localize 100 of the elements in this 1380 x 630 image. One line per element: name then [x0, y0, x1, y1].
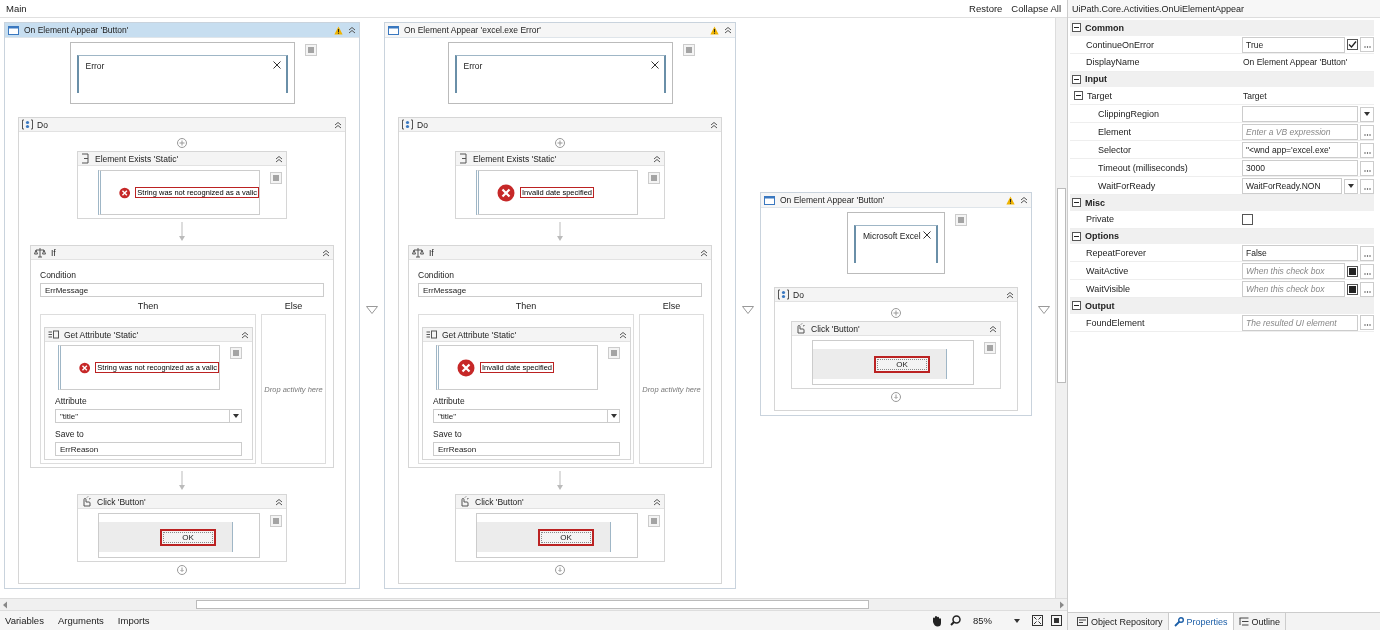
- branch-label: Else: [283, 301, 304, 311]
- window-icon: [764, 195, 775, 205]
- scroll-left-icon[interactable]: [2, 600, 8, 609]
- collapse-icon[interactable]: [348, 26, 356, 34]
- ellipsis-icon: [1363, 133, 1371, 136]
- collapse-icon[interactable]: [619, 330, 627, 339]
- checkbox[interactable]: [1347, 283, 1358, 295]
- field-label: Condition: [40, 270, 77, 280]
- activity-title: Do: [37, 119, 49, 130]
- drop-arrow-icon: [366, 306, 378, 314]
- zoom-dropdown[interactable]: 85%: [969, 615, 1024, 626]
- property-name: WaitVisible: [1086, 284, 1130, 294]
- property-field[interactable]: When this check box: [1242, 281, 1345, 297]
- ellipsis-icon: [1363, 151, 1371, 154]
- bottom-tab[interactable]: Arguments: [57, 615, 104, 626]
- condition-field[interactable]: ErrMessage: [418, 283, 702, 297]
- collapse-toggle-icon[interactable]: [1072, 74, 1081, 84]
- caret-icon: [232, 414, 239, 418]
- panel-tab[interactable]: Outline: [1233, 613, 1287, 630]
- panel-tab[interactable]: Properties: [1168, 613, 1234, 630]
- connector-arrow: [556, 222, 564, 242]
- property-name: WaitForReady: [1098, 181, 1156, 191]
- collapse-icon[interactable]: [241, 330, 249, 339]
- category-name: Misc: [1085, 197, 1105, 208]
- connector-arrow: [556, 471, 564, 491]
- bracket-icon: [81, 153, 90, 164]
- activity-title: Do: [793, 289, 805, 300]
- wrench-icon: [1173, 616, 1184, 627]
- search-icon[interactable]: [950, 615, 961, 626]
- collapse-toggle-icon[interactable]: [1072, 198, 1081, 208]
- hand-icon[interactable]: [931, 614, 942, 627]
- collapse-icon[interactable]: [653, 497, 661, 506]
- attribute-dropdown[interactable]: "title": [433, 409, 620, 423]
- add-icon[interactable]: [891, 308, 901, 318]
- collapse-icon[interactable]: [653, 154, 661, 163]
- bottom-tab[interactable]: Variables: [5, 615, 44, 626]
- property-name: RepeatForever: [1086, 248, 1147, 258]
- scales-icon: [412, 247, 424, 258]
- property-field[interactable]: "<wnd app='excel.exe': [1242, 142, 1358, 158]
- header-link[interactable]: Restore: [969, 3, 1003, 14]
- property-name: Selector: [1098, 145, 1132, 155]
- panel-tab[interactable]: Object Repository: [1072, 613, 1169, 630]
- collapse-toggle-icon[interactable]: [1074, 91, 1083, 100]
- property-field[interactable]: The resulted UI element: [1242, 314, 1358, 331]
- activity-title: Click 'Button': [475, 496, 525, 507]
- property-name: DisplayName: [1086, 57, 1140, 67]
- collapse-icon[interactable]: [334, 120, 342, 129]
- save-to-field[interactable]: ErrReason: [55, 442, 242, 456]
- collapse-icon[interactable]: [700, 248, 708, 257]
- attribute-dropdown[interactable]: "title": [55, 409, 242, 423]
- ellipsis-icon: [1363, 254, 1371, 257]
- header-link[interactable]: Collapse All: [1011, 3, 1061, 14]
- property-field[interactable]: When this check box: [1242, 263, 1345, 279]
- activity-title: On Element Appear 'Button': [780, 195, 886, 205]
- collapse-toggle-icon[interactable]: [1072, 23, 1081, 33]
- overview-icon[interactable]: [1051, 615, 1062, 626]
- fit-screen-icon[interactable]: [1032, 615, 1043, 626]
- error-icon: [497, 183, 515, 202]
- collapse-icon[interactable]: [710, 120, 718, 129]
- property-field[interactable]: False: [1242, 245, 1358, 261]
- collapse-icon[interactable]: [322, 248, 330, 257]
- activity-title: If: [429, 247, 435, 258]
- condition-field[interactable]: ErrMessage: [40, 283, 324, 297]
- activity-header[interactable]: On Element Appear 'excel.exe Error': [385, 23, 735, 38]
- checkbox[interactable]: [1347, 39, 1358, 50]
- checkbox[interactable]: [1347, 265, 1358, 277]
- horizontal-scrollbar[interactable]: [0, 598, 1067, 610]
- dropdown-button[interactable]: [1344, 178, 1358, 194]
- activity-title: Get Attribute 'Static': [64, 329, 140, 340]
- scroll-right-icon[interactable]: [1059, 600, 1065, 609]
- add-icon[interactable]: [177, 138, 187, 148]
- save-to-field[interactable]: ErrReason: [433, 442, 620, 456]
- collapse-toggle-icon[interactable]: [1072, 231, 1081, 241]
- collapse-icon[interactable]: [724, 26, 732, 34]
- drop-arrow-icon: [742, 306, 754, 314]
- collapse-icon[interactable]: [275, 497, 283, 506]
- collapse-icon[interactable]: [989, 324, 997, 333]
- bottom-tab[interactable]: Imports: [117, 615, 150, 626]
- activity-title: On Element Appear 'excel.exe Error': [404, 25, 542, 35]
- activity-header[interactable]: On Element Appear 'Button': [5, 23, 359, 38]
- property-field[interactable]: True: [1242, 36, 1345, 53]
- branch-label: Then: [136, 301, 160, 311]
- collapse-toggle-icon[interactable]: [1072, 301, 1081, 311]
- property-field[interactable]: [1242, 106, 1358, 122]
- property-field[interactable]: Enter a VB expression: [1242, 124, 1358, 140]
- checkbox[interactable]: [1242, 213, 1253, 225]
- property-name: ContinueOnError: [1086, 39, 1155, 50]
- vertical-scrollbar[interactable]: [1055, 18, 1067, 598]
- add-icon[interactable]: [555, 138, 565, 148]
- window-title: Microsoft Excel: [863, 231, 921, 241]
- activity-title: Click 'Button': [97, 496, 147, 507]
- collapse-icon[interactable]: [1006, 290, 1014, 299]
- collapse-icon[interactable]: [1020, 196, 1028, 204]
- property-field[interactable]: WaitForReady.NON: [1242, 178, 1342, 194]
- attribute-icon: [48, 330, 59, 339]
- activity-header[interactable]: On Element Appear 'Button': [761, 193, 1031, 208]
- dropdown-button[interactable]: [1360, 106, 1374, 122]
- category-name: Output: [1085, 300, 1115, 311]
- collapse-icon[interactable]: [275, 154, 283, 163]
- property-field[interactable]: 3000: [1242, 160, 1358, 176]
